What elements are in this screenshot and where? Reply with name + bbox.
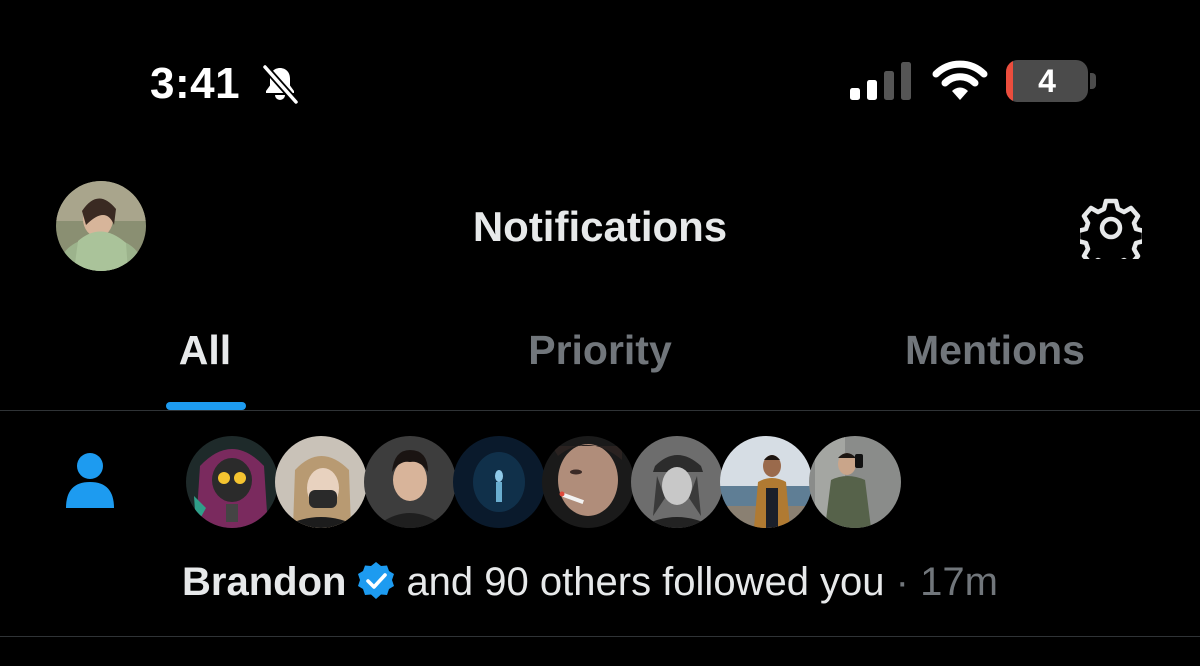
follower-avatar[interactable] (186, 436, 278, 528)
battery-cap (1090, 73, 1096, 89)
follower-name[interactable]: Brandon (182, 560, 346, 604)
follower-avatar[interactable] (453, 436, 545, 528)
tab-priority[interactable]: Priority (480, 322, 720, 378)
follower-avatar[interactable] (631, 436, 723, 528)
person-icon (66, 453, 114, 508)
verified-badge-icon (358, 562, 395, 599)
notification-time: 17m (920, 560, 998, 604)
battery-indicator: 4 (1006, 60, 1088, 102)
tab-all[interactable]: All (140, 322, 270, 378)
wifi-icon (932, 60, 988, 100)
follower-avatar[interactable] (364, 436, 456, 528)
gear-icon (1075, 198, 1147, 274)
follower-avatar[interactable] (275, 436, 367, 528)
follower-avatar[interactable] (809, 436, 901, 528)
notification-message: and 90 others followed you (406, 560, 885, 604)
bell-muted-icon (261, 63, 300, 106)
active-tab-indicator (166, 402, 246, 410)
cellular-signal-icon (850, 62, 911, 100)
notification-text: Brandon and 90 others followed you · 17m (182, 556, 998, 608)
tab-mentions[interactable]: Mentions (880, 322, 1110, 378)
settings-button[interactable] (1075, 197, 1147, 274)
page-title: Notifications (472, 203, 728, 250)
separator-dot: · (884, 560, 921, 604)
tabs-divider (0, 410, 1200, 411)
follower-avatar[interactable] (542, 436, 634, 528)
status-time: 3:41 (150, 59, 241, 108)
battery-level: 4 (1038, 63, 1056, 99)
follower-avatar[interactable] (720, 436, 812, 528)
notification-divider (0, 636, 1200, 637)
